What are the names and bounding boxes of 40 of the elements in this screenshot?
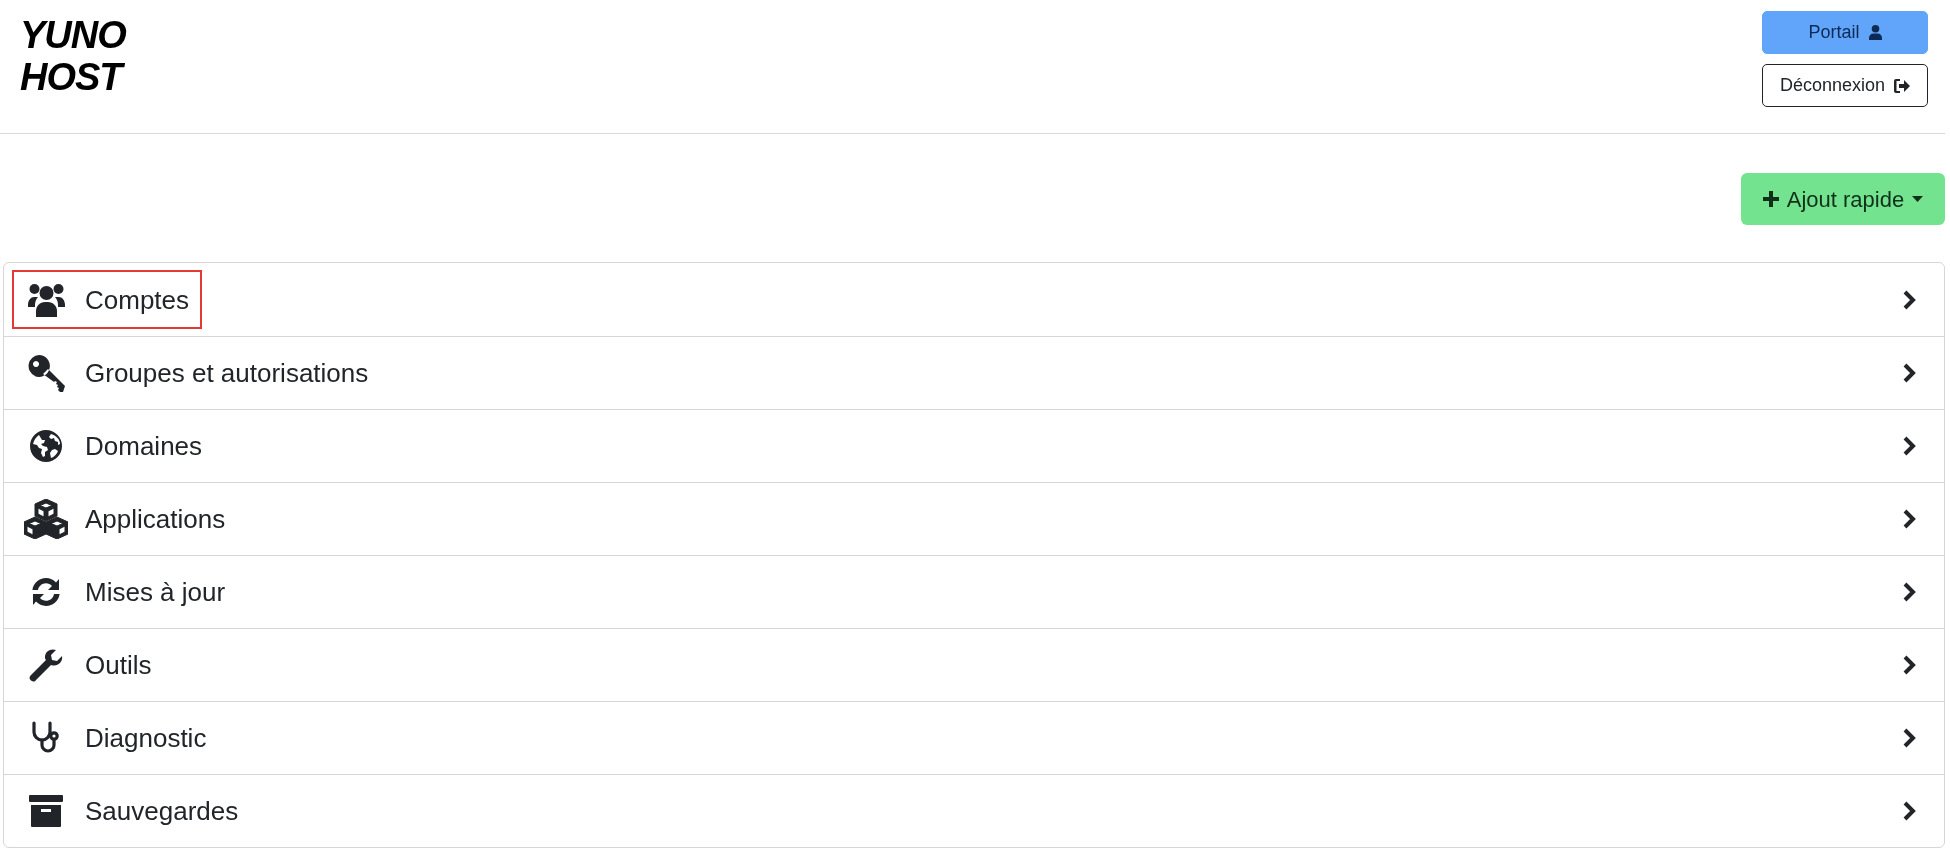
menu-item[interactable]: Sauvegardes <box>4 774 1944 847</box>
quick-add-button[interactable]: Ajout rapide <box>1741 173 1945 225</box>
caret-down-icon <box>1912 196 1924 202</box>
users-icon <box>27 282 65 317</box>
chevron-right-icon <box>1903 728 1916 748</box>
menu-item[interactable]: Groupes et autorisations <box>4 336 1944 409</box>
user-icon <box>1868 25 1882 40</box>
key-icon <box>27 354 65 392</box>
menu-item-label: Groupes et autorisations <box>85 357 369 389</box>
sign-out-icon <box>1894 78 1911 93</box>
menu-item[interactable]: Comptes <box>4 263 1944 336</box>
portal-button[interactable]: Portail <box>1762 11 1928 54</box>
menu-item-label: Comptes <box>85 283 190 316</box>
cubes-icon <box>24 499 68 539</box>
menu-item[interactable]: Diagnostic <box>4 701 1944 774</box>
sync-arrows-icon <box>30 576 62 608</box>
menu-item-label: Outils <box>85 649 152 681</box>
chevron-right-icon <box>1903 289 1916 310</box>
menu-item[interactable]: Domaines <box>4 409 1944 482</box>
menu-item-label: Mises à jour <box>85 576 226 608</box>
logo[interactable]: YUNO HOST <box>0 0 126 98</box>
menu-item[interactable]: Outils <box>4 628 1944 701</box>
globe-icon <box>30 430 62 462</box>
archive-box-icon <box>29 795 63 827</box>
menu-item-label: Diagnostic <box>85 722 207 754</box>
plus-icon <box>1762 191 1779 207</box>
menu-item-label: Domaines <box>85 430 203 462</box>
logout-button[interactable]: Déconnexion <box>1762 64 1928 107</box>
chevron-right-icon <box>1903 582 1916 602</box>
wrench-icon <box>29 648 63 682</box>
menu-item[interactable]: Applications <box>4 482 1944 555</box>
chevron-right-icon <box>1903 509 1916 529</box>
stethoscope-icon <box>31 721 61 755</box>
chevron-right-icon <box>1903 655 1916 675</box>
chevron-right-icon <box>1903 436 1916 456</box>
menu-item-label: Sauvegardes <box>85 795 239 827</box>
menu-item[interactable]: Mises à jour <box>4 555 1944 628</box>
menu-item-label: Applications <box>85 503 226 535</box>
chevron-right-icon <box>1903 363 1916 383</box>
chevron-right-icon <box>1903 801 1916 821</box>
